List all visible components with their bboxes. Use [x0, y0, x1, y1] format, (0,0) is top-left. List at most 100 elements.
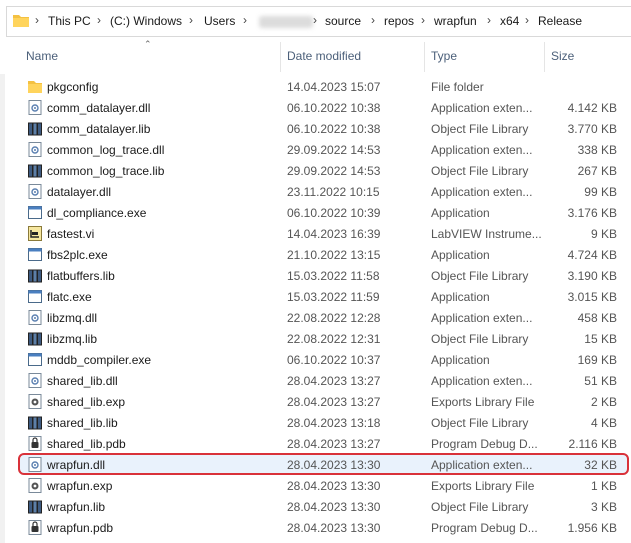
file-row[interactable]: shared_lib.exp 28.04.2023 13:27 Exports Li… [19, 391, 631, 412]
chevron-right-icon: › [525, 13, 529, 27]
file-row[interactable]: wrapfun.exp 28.04.2023 13:30 Exports Libra… [19, 475, 631, 496]
breadcrumb-username-blurred[interactable] [259, 16, 313, 28]
file-date: 06.10.2022 10:38 [287, 122, 381, 136]
file-type: Application exten... [431, 143, 533, 157]
file-row[interactable]: pkgconfig 14.04.2023 15:07 File folder [19, 76, 631, 97]
file-size: 267 KB [577, 164, 617, 178]
column-header-date[interactable]: Date modified [287, 49, 361, 63]
lib-file-icon [28, 164, 42, 178]
pdb-file-icon [28, 436, 42, 451]
file-row[interactable]: wrapfun.pdb 28.04.2023 13:30 Program Debug… [19, 517, 631, 538]
file-row[interactable]: fbs2plc.exe 21.10.2022 13:15 Application 4.… [19, 244, 631, 265]
column-header-size[interactable]: Size [551, 49, 574, 63]
file-type: Program Debug D... [431, 437, 538, 451]
file-row[interactable]: flatc.exe 15.03.2022 11:59 Application 3.01… [19, 286, 631, 307]
chevron-right-icon: › [243, 13, 247, 27]
column-divider[interactable] [544, 42, 545, 72]
file-row[interactable]: dl_compliance.exe 06.10.2022 10:39 Applica… [19, 202, 631, 223]
breadcrumb-repos[interactable]: repos [384, 14, 414, 28]
file-name: flatbuffers.lib [47, 269, 115, 283]
address-bar[interactable]: › This PC › (C:) Windows › Users › › sou… [6, 6, 631, 37]
file-name: comm_datalayer.dll [47, 101, 151, 115]
file-row[interactable]: wrapfun.lib 28.04.2023 13:30 Object File L… [19, 496, 631, 517]
column-header-name[interactable]: Name [26, 49, 58, 63]
file-name: wrapfun.dll [47, 458, 106, 472]
exp-file-icon [28, 478, 42, 493]
column-divider[interactable] [280, 42, 281, 72]
dll-file-icon [28, 457, 42, 472]
file-name: wrapfun.exp [47, 479, 113, 493]
file-size: 3.176 KB [567, 206, 617, 220]
file-row[interactable]: libzmq.lib 22.08.2022 12:31 Object File Li… [19, 328, 631, 349]
chevron-right-icon: › [371, 13, 375, 27]
file-type: Program Debug D... [431, 521, 538, 535]
file-row[interactable]: comm_datalayer.lib 06.10.2022 10:38 Object… [19, 118, 631, 139]
chevron-right-icon: › [97, 13, 101, 27]
breadcrumb-users[interactable]: Users [204, 14, 235, 28]
breadcrumb-this-pc[interactable]: This PC [48, 14, 91, 28]
breadcrumb-release[interactable]: Release [538, 14, 582, 28]
file-size: 2.116 KB [568, 437, 617, 451]
file-size: 99 KB [584, 185, 617, 199]
file-type: Object File Library [431, 416, 529, 430]
chevron-right-icon: › [421, 13, 425, 27]
file-row[interactable]: comm_datalayer.dll 06.10.2022 10:38 Applic… [19, 97, 631, 118]
file-type: Application exten... [431, 374, 533, 388]
file-row-selected[interactable]: wrapfun.dll 28.04.2023 13:30 Application e… [19, 454, 631, 475]
file-name: fastest.vi [47, 227, 95, 241]
file-row[interactable]: datalayer.dll 23.11.2022 10:15 Application… [19, 181, 631, 202]
column-header-type[interactable]: Type [431, 49, 457, 63]
file-row[interactable]: flatbuffers.lib 15.03.2022 11:58 Object Fi… [19, 265, 631, 286]
file-name: mddb_compiler.exe [47, 353, 152, 367]
breadcrumb-wrapfun[interactable]: wrapfun [434, 14, 477, 28]
breadcrumb-x64[interactable]: x64 [500, 14, 519, 28]
file-name: comm_datalayer.lib [47, 122, 151, 136]
file-row[interactable]: common_log_trace.lib 29.09.2022 14:53 Obje… [19, 160, 631, 181]
file-size: 169 KB [577, 353, 617, 367]
dll-file-icon [28, 184, 42, 199]
file-type: LabVIEW Instrume... [431, 227, 542, 241]
file-date: 28.04.2023 13:27 [287, 437, 381, 451]
file-date: 29.09.2022 14:53 [287, 164, 381, 178]
file-row[interactable]: libzmq.dll 22.08.2022 12:28 Application ex… [19, 307, 631, 328]
file-name: libzmq.dll [47, 311, 98, 325]
file-type: Application [431, 206, 490, 220]
file-name: wrapfun.pdb [47, 521, 114, 535]
file-size: 338 KB [577, 143, 617, 157]
file-name: shared_lib.lib [47, 416, 118, 430]
chevron-right-icon: › [487, 13, 491, 27]
lib-file-icon [28, 416, 42, 430]
sort-ascending-icon: ⌃ [144, 39, 152, 49]
file-type: Application [431, 248, 490, 262]
file-size: 4.724 KB [567, 248, 617, 262]
file-name: shared_lib.pdb [47, 437, 126, 451]
file-row[interactable]: mddb_compiler.exe 06.10.2022 10:37 Applica… [19, 349, 631, 370]
file-row[interactable]: shared_lib.dll 28.04.2023 13:27 Applicatio… [19, 370, 631, 391]
file-size: 32 KB [584, 458, 617, 472]
file-date: 28.04.2023 13:27 [287, 395, 381, 409]
folder-icon [28, 81, 42, 93]
file-row[interactable]: shared_lib.pdb 28.04.2023 13:27 Program De… [19, 433, 631, 454]
dll-file-icon [28, 310, 42, 325]
breadcrumb-source[interactable]: source [325, 14, 361, 28]
file-type: Application [431, 290, 490, 304]
file-date: 28.04.2023 13:30 [287, 458, 381, 472]
file-date: 28.04.2023 13:30 [287, 521, 381, 535]
file-type: Application exten... [431, 101, 533, 115]
chevron-right-icon: › [189, 13, 193, 27]
exp-file-icon [28, 394, 42, 409]
file-date: 28.04.2023 13:18 [287, 416, 381, 430]
file-size: 3.770 KB [567, 122, 617, 136]
column-divider[interactable] [424, 42, 425, 72]
file-row[interactable]: fastest.vi 14.04.2023 16:39 LabVIEW Instru… [19, 223, 631, 244]
breadcrumb-drive-c[interactable]: (C:) Windows [110, 14, 182, 28]
file-date: 14.04.2023 16:39 [287, 227, 381, 241]
file-date: 15.03.2022 11:58 [287, 269, 380, 283]
file-row[interactable]: shared_lib.lib 28.04.2023 13:18 Object Fil… [19, 412, 631, 433]
lib-file-icon [28, 122, 42, 136]
file-date: 28.04.2023 13:30 [287, 479, 381, 493]
file-type: Application exten... [431, 185, 533, 199]
file-date: 21.10.2022 13:15 [287, 248, 381, 262]
file-row[interactable]: common_log_trace.dll 29.09.2022 14:53 Appl… [19, 139, 631, 160]
file-type: Object File Library [431, 164, 529, 178]
